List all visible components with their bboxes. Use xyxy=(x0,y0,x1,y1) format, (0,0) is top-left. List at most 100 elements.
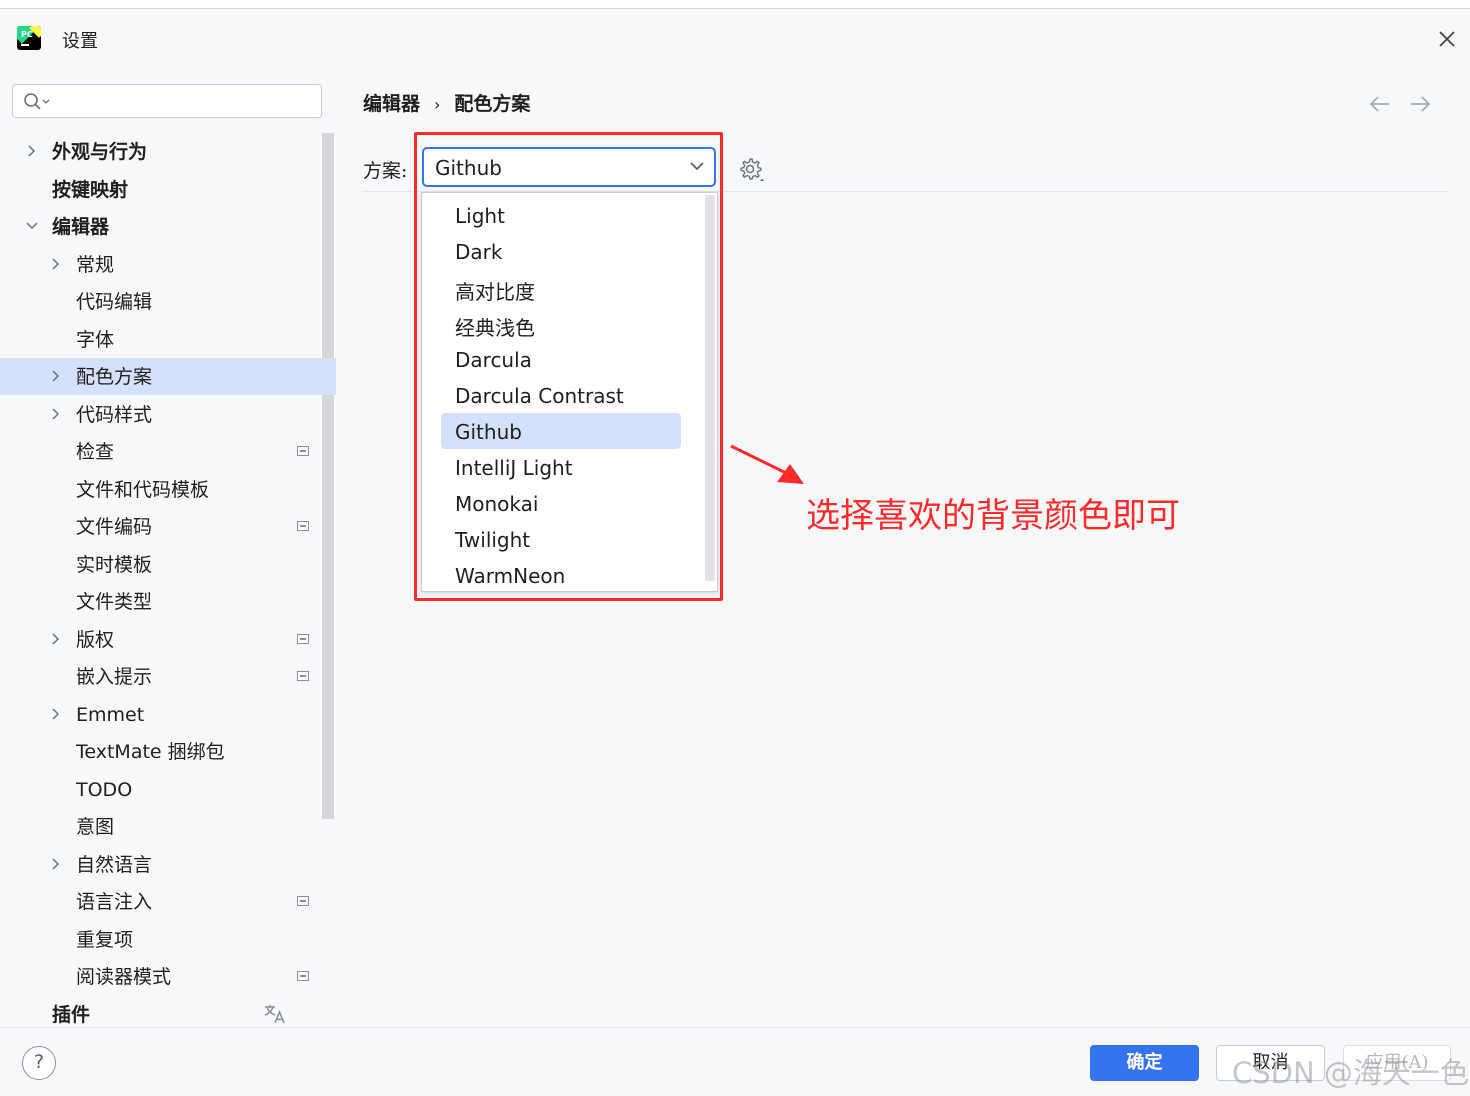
sidebar-item[interactable]: Emmet xyxy=(0,696,336,733)
breadcrumb-current: 配色方案 xyxy=(454,93,531,115)
scheme-option[interactable]: Dark xyxy=(441,233,681,269)
sidebar-item[interactable]: 阅读器模式 xyxy=(0,958,336,995)
scheme-option[interactable]: Github xyxy=(441,413,681,449)
scheme-option-label: IntelliJ Light xyxy=(455,456,573,480)
project-level-icon xyxy=(297,971,309,981)
scheme-option[interactable]: 经典浅色 xyxy=(441,305,681,341)
sidebar-item-label: 文件编码 xyxy=(76,516,153,538)
sidebar-item[interactable]: 字体 xyxy=(0,321,336,358)
sidebar-item[interactable]: 重复项 xyxy=(0,921,336,958)
chevron-right-icon[interactable] xyxy=(50,858,62,870)
scheme-option[interactable]: IntelliJ Light xyxy=(441,449,681,485)
sidebar-item[interactable]: 常规 xyxy=(0,246,336,283)
sidebar-item-label: 自然语言 xyxy=(76,854,153,876)
scheme-option-label: Dark xyxy=(455,240,503,264)
sidebar-item-label: 编辑器 xyxy=(52,216,110,238)
sidebar-item-label: 检查 xyxy=(76,441,115,463)
scheme-selected-value: Github xyxy=(435,156,502,180)
project-level-icon xyxy=(297,521,309,531)
sidebar-item-label: 文件类型 xyxy=(76,591,153,613)
scheme-option[interactable]: Twilight xyxy=(441,521,681,557)
project-level-icon xyxy=(297,671,309,681)
sidebar-item[interactable]: 文件和代码模板 xyxy=(0,471,336,508)
search-icon xyxy=(24,93,50,110)
sidebar-item[interactable]: TextMate 捆绑包 xyxy=(0,733,336,770)
sidebar-item-label: 版权 xyxy=(76,629,115,651)
annotation-arrow xyxy=(730,444,804,484)
scheme-option-label: Twilight xyxy=(455,528,531,552)
scheme-option-label: Github xyxy=(455,420,522,444)
window-title: 设置 xyxy=(62,31,98,52)
sidebar-item[interactable]: 实时模板 xyxy=(0,546,336,583)
sidebar-item[interactable]: 嵌入提示 xyxy=(0,658,336,695)
dropdown-scrollbar[interactable] xyxy=(705,195,715,581)
sidebar-item[interactable]: 检查 xyxy=(0,433,336,470)
sidebar-item-label: 语言注入 xyxy=(76,891,153,913)
background-window-strip xyxy=(0,0,1470,9)
scheme-option[interactable]: Darcula Contrast xyxy=(441,377,681,413)
sidebar-item-label: 阅读器模式 xyxy=(76,966,172,988)
sidebar-item[interactable]: 外观与行为 xyxy=(0,133,336,170)
scheme-combobox[interactable]: Github xyxy=(422,147,716,187)
sidebar-item-label: TODO xyxy=(76,779,133,801)
sidebar-item-label: 重复项 xyxy=(76,929,134,951)
sidebar-item-label: 外观与行为 xyxy=(52,141,148,163)
sidebar-item-label: 配色方案 xyxy=(76,366,153,388)
chevron-right-icon[interactable] xyxy=(26,145,38,157)
sidebar-item[interactable]: 代码样式 xyxy=(0,396,336,433)
scheme-option-label: Monokai xyxy=(455,492,539,516)
sidebar-item-label: TextMate 捆绑包 xyxy=(76,741,225,763)
scheme-option-label: Darcula Contrast xyxy=(455,384,624,408)
sidebar-item-label: 按键映射 xyxy=(52,179,129,201)
ok-button[interactable]: 确定 xyxy=(1090,1045,1199,1081)
sidebar-item[interactable]: 编辑器 xyxy=(0,208,336,245)
sidebar-item[interactable]: 自然语言 xyxy=(0,846,336,883)
close-icon[interactable] xyxy=(1433,25,1461,53)
scheme-option-label: WarmNeon xyxy=(455,564,566,588)
sidebar-item[interactable]: 版权 xyxy=(0,621,336,658)
scheme-option-label: 经典浅色 xyxy=(455,316,535,340)
gear-icon[interactable] xyxy=(738,157,766,183)
scheme-option[interactable]: Monokai xyxy=(441,485,681,521)
sidebar-item[interactable]: 按键映射 xyxy=(0,171,336,208)
chevron-right-icon[interactable] xyxy=(50,370,62,382)
scheme-label: 方案: xyxy=(363,160,408,182)
sidebar-item[interactable]: 文件类型 xyxy=(0,583,336,620)
sidebar-item[interactable]: TODO xyxy=(0,771,336,808)
footer-divider xyxy=(0,1027,1470,1028)
scheme-option[interactable]: WarmNeon xyxy=(441,557,681,593)
project-level-icon xyxy=(297,446,309,456)
scheme-option[interactable]: Darcula xyxy=(441,341,681,377)
breadcrumb: 编辑器 › 配色方案 xyxy=(363,89,530,116)
scheme-dropdown-list: Light Dark 高对比度经典浅色 Darcula Darcula Contrast… xyxy=(421,192,718,592)
chevron-right-icon[interactable] xyxy=(50,408,62,420)
chevron-right-icon[interactable] xyxy=(50,708,62,720)
sidebar-item[interactable]: 语言注入 xyxy=(0,883,336,920)
help-button[interactable]: ? xyxy=(22,1046,56,1080)
translate-icon[interactable] xyxy=(263,1003,287,1025)
chevron-right-icon[interactable] xyxy=(50,258,62,270)
scheme-option[interactable]: Light xyxy=(441,197,681,233)
scheme-option-label: Light xyxy=(455,204,505,228)
sidebar-item[interactable]: 文件编码 xyxy=(0,508,336,545)
scheme-option[interactable]: 高对比度 xyxy=(441,269,681,305)
sidebar-item-label: 代码编辑 xyxy=(76,291,153,313)
forward-arrow-icon[interactable] xyxy=(1408,94,1432,114)
chevron-right-icon[interactable] xyxy=(50,633,62,645)
title-bar: PC 设置 xyxy=(0,9,1470,67)
chevron-down-icon[interactable] xyxy=(26,220,38,232)
back-arrow-icon[interactable] xyxy=(1368,94,1392,114)
breadcrumb-parent[interactable]: 编辑器 xyxy=(363,93,420,115)
navigation-arrows xyxy=(1368,92,1438,116)
project-level-icon xyxy=(297,634,309,644)
breadcrumb-separator: › xyxy=(434,95,441,114)
scheme-option-label: 高对比度 xyxy=(455,280,535,304)
sidebar-item[interactable]: 配色方案 xyxy=(0,358,336,395)
project-level-icon xyxy=(297,896,309,906)
sidebar-item-label: 意图 xyxy=(76,816,115,838)
sidebar-item[interactable]: 代码编辑 xyxy=(0,283,336,320)
settings-search-input[interactable] xyxy=(12,84,322,118)
sidebar-item[interactable]: 意图 xyxy=(0,808,336,845)
sidebar-item-label: 字体 xyxy=(76,329,115,351)
sidebar-item-label: 文件和代码模板 xyxy=(76,479,210,501)
